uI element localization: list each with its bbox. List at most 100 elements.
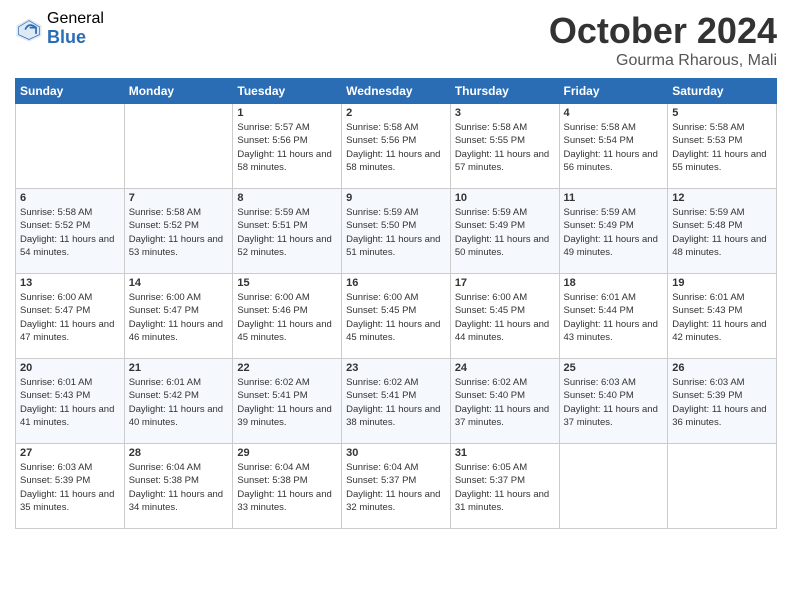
daylight: Daylight: 11 hours and 48 minutes. (672, 234, 766, 258)
sunset: Sunset: 5:42 PM (129, 390, 199, 401)
calendar-cell: 25Sunrise: 6:03 AMSunset: 5:40 PMDayligh… (559, 359, 668, 444)
day-number: 21 (129, 362, 229, 374)
calendar-week-row: 1Sunrise: 5:57 AMSunset: 5:56 PMDaylight… (16, 104, 777, 189)
calendar-cell: 2Sunrise: 5:58 AMSunset: 5:56 PMDaylight… (342, 104, 451, 189)
day-info: Sunrise: 5:58 AMSunset: 5:52 PMDaylight:… (129, 206, 229, 259)
day-number: 24 (455, 362, 555, 374)
day-number: 4 (564, 107, 664, 119)
day-number: 30 (346, 447, 446, 459)
calendar-cell (668, 444, 777, 529)
sunrise: Sunrise: 6:03 AM (564, 377, 636, 388)
logo-general: General (47, 10, 104, 28)
calendar-week-row: 6Sunrise: 5:58 AMSunset: 5:52 PMDaylight… (16, 189, 777, 274)
month-title: October 2024 (549, 10, 777, 52)
calendar-cell: 4Sunrise: 5:58 AMSunset: 5:54 PMDaylight… (559, 104, 668, 189)
day-info: Sunrise: 6:04 AMSunset: 5:38 PMDaylight:… (237, 461, 337, 514)
calendar-cell: 27Sunrise: 6:03 AMSunset: 5:39 PMDayligh… (16, 444, 125, 529)
logo-text: General Blue (47, 10, 104, 47)
day-number: 2 (346, 107, 446, 119)
day-number: 8 (237, 192, 337, 204)
calendar-table: Sunday Monday Tuesday Wednesday Thursday… (15, 78, 777, 529)
day-number: 19 (672, 277, 772, 289)
calendar-cell (124, 104, 233, 189)
daylight: Daylight: 11 hours and 41 minutes. (20, 404, 114, 428)
sunset: Sunset: 5:54 PM (564, 135, 634, 146)
day-info: Sunrise: 5:58 AMSunset: 5:52 PMDaylight:… (20, 206, 120, 259)
daylight: Daylight: 11 hours and 42 minutes. (672, 319, 766, 343)
day-info: Sunrise: 6:03 AMSunset: 5:39 PMDaylight:… (672, 376, 772, 429)
daylight: Daylight: 11 hours and 49 minutes. (564, 234, 658, 258)
day-info: Sunrise: 6:05 AM Sunset: 5:37 PM Daylight:… (455, 461, 555, 514)
daylight: Daylight: 11 hours and 43 minutes. (564, 319, 658, 343)
calendar-cell: 5Sunrise: 5:58 AMSunset: 5:53 PMDaylight… (668, 104, 777, 189)
sunset: Sunset: 5:40 PM (455, 390, 525, 401)
daylight: Daylight: 11 hours and 47 minutes. (20, 319, 114, 343)
day-info: Sunrise: 5:59 AM Sunset: 5:49 PM Daylight:… (564, 206, 664, 259)
daylight: Daylight: 11 hours and 33 minutes. (237, 489, 331, 513)
day-info: Sunrise: 5:57 AMSunset: 5:56 PMDaylight:… (237, 121, 337, 174)
daylight: Daylight: 11 hours and 51 minutes. (346, 234, 440, 258)
col-wednesday: Wednesday (342, 79, 451, 104)
day-number: 16 (346, 277, 446, 289)
sunset: Sunset: 5:49 PM (564, 220, 634, 231)
sunrise: Sunrise: 6:00 AM (455, 292, 527, 303)
logo-blue: Blue (47, 28, 104, 48)
col-thursday: Thursday (450, 79, 559, 104)
sunrise: Sunrise: 6:02 AM (346, 377, 418, 388)
calendar-cell: 18Sunrise: 6:01 AMSunset: 5:44 PMDayligh… (559, 274, 668, 359)
col-saturday: Saturday (668, 79, 777, 104)
sunset: Sunset: 5:56 PM (237, 135, 307, 146)
sunrise: Sunrise: 6:00 AM (237, 292, 309, 303)
daylight: Daylight: 11 hours and 31 minutes. (455, 489, 549, 513)
sunrise: Sunrise: 5:59 AM (564, 207, 636, 218)
calendar-cell (16, 104, 125, 189)
day-info: Sunrise: 6:01 AMSunset: 5:42 PMDaylight:… (129, 376, 229, 429)
sunrise: Sunrise: 6:04 AM (346, 462, 418, 473)
calendar-week-row: 20Sunrise: 6:01 AMSunset: 5:43 PMDayligh… (16, 359, 777, 444)
calendar-cell: 3Sunrise: 5:58 AMSunset: 5:55 PMDaylight… (450, 104, 559, 189)
sunrise: Sunrise: 6:05 AM (455, 462, 527, 473)
sunrise: Sunrise: 6:03 AM (20, 462, 92, 473)
sunset: Sunset: 5:56 PM (346, 135, 416, 146)
calendar-cell: 21 Sunrise: 6:01 AMSunset: 5:42 PMDayligh… (124, 359, 233, 444)
day-info: Sunrise: 5:59 AMSunset: 5:50 PMDaylight:… (346, 206, 446, 259)
logo-icon (15, 15, 43, 43)
sunset: Sunset: 5:37 PM (455, 475, 525, 486)
daylight: Daylight: 11 hours and 53 minutes. (129, 234, 223, 258)
day-info: Sunrise: 6:00 AMSunset: 5:47 PMDaylight:… (20, 291, 120, 344)
day-info: Sunrise: 6:00 AMSunset: 5:47 PMDaylight:… (129, 291, 229, 344)
day-number: 28 (129, 447, 229, 459)
calendar-cell: 8Sunrise: 5:59 AMSunset: 5:51 PMDaylight… (233, 189, 342, 274)
sunrise: Sunrise: 5:59 AM (455, 207, 527, 218)
sunrise: Sunrise: 6:01 AM (20, 377, 92, 388)
calendar-cell: 7Sunrise: 5:58 AMSunset: 5:52 PMDaylight… (124, 189, 233, 274)
sunset: Sunset: 5:49 PM (455, 220, 525, 231)
sunrise: Sunrise: 5:58 AM (346, 122, 418, 133)
col-friday: Friday (559, 79, 668, 104)
daylight: Daylight: 11 hours and 35 minutes. (20, 489, 114, 513)
sunset: Sunset: 5:43 PM (20, 390, 90, 401)
sunrise: Sunrise: 6:00 AM (129, 292, 201, 303)
day-number: 22 (237, 362, 337, 374)
day-number: 9 (346, 192, 446, 204)
calendar-cell: 15Sunrise: 6:00 AMSunset: 5:46 PMDayligh… (233, 274, 342, 359)
daylight: Daylight: 11 hours and 37 minutes. (564, 404, 658, 428)
daylight: Daylight: 11 hours and 44 minutes. (455, 319, 549, 343)
sunset: Sunset: 5:51 PM (237, 220, 307, 231)
day-info: Sunrise: 5:58 AMSunset: 5:56 PMDaylight:… (346, 121, 446, 174)
sunset: Sunset: 5:45 PM (346, 305, 416, 316)
sunrise: Sunrise: 6:00 AM (346, 292, 418, 303)
daylight: Daylight: 11 hours and 50 minutes. (455, 234, 549, 258)
sunset: Sunset: 5:52 PM (20, 220, 90, 231)
day-number: 31 (455, 447, 555, 459)
sunrise: Sunrise: 5:58 AM (564, 122, 636, 133)
sunset: Sunset: 5:53 PM (672, 135, 742, 146)
day-info: Sunrise: 6:01 AM Sunset: 5:43 PM Daylight:… (20, 376, 120, 429)
day-info: Sunrise: 6:02 AMSunset: 5:40 PMDaylight:… (455, 376, 555, 429)
title-section: October 2024 Gourma Rharous, Mali (549, 10, 777, 70)
sunset: Sunset: 5:45 PM (455, 305, 525, 316)
col-sunday: Sunday (16, 79, 125, 104)
day-info: Sunrise: 5:58 AMSunset: 5:55 PMDaylight:… (455, 121, 555, 174)
calendar-week-row: 13Sunrise: 6:00 AMSunset: 5:47 PMDayligh… (16, 274, 777, 359)
location: Gourma Rharous, Mali (549, 52, 777, 70)
